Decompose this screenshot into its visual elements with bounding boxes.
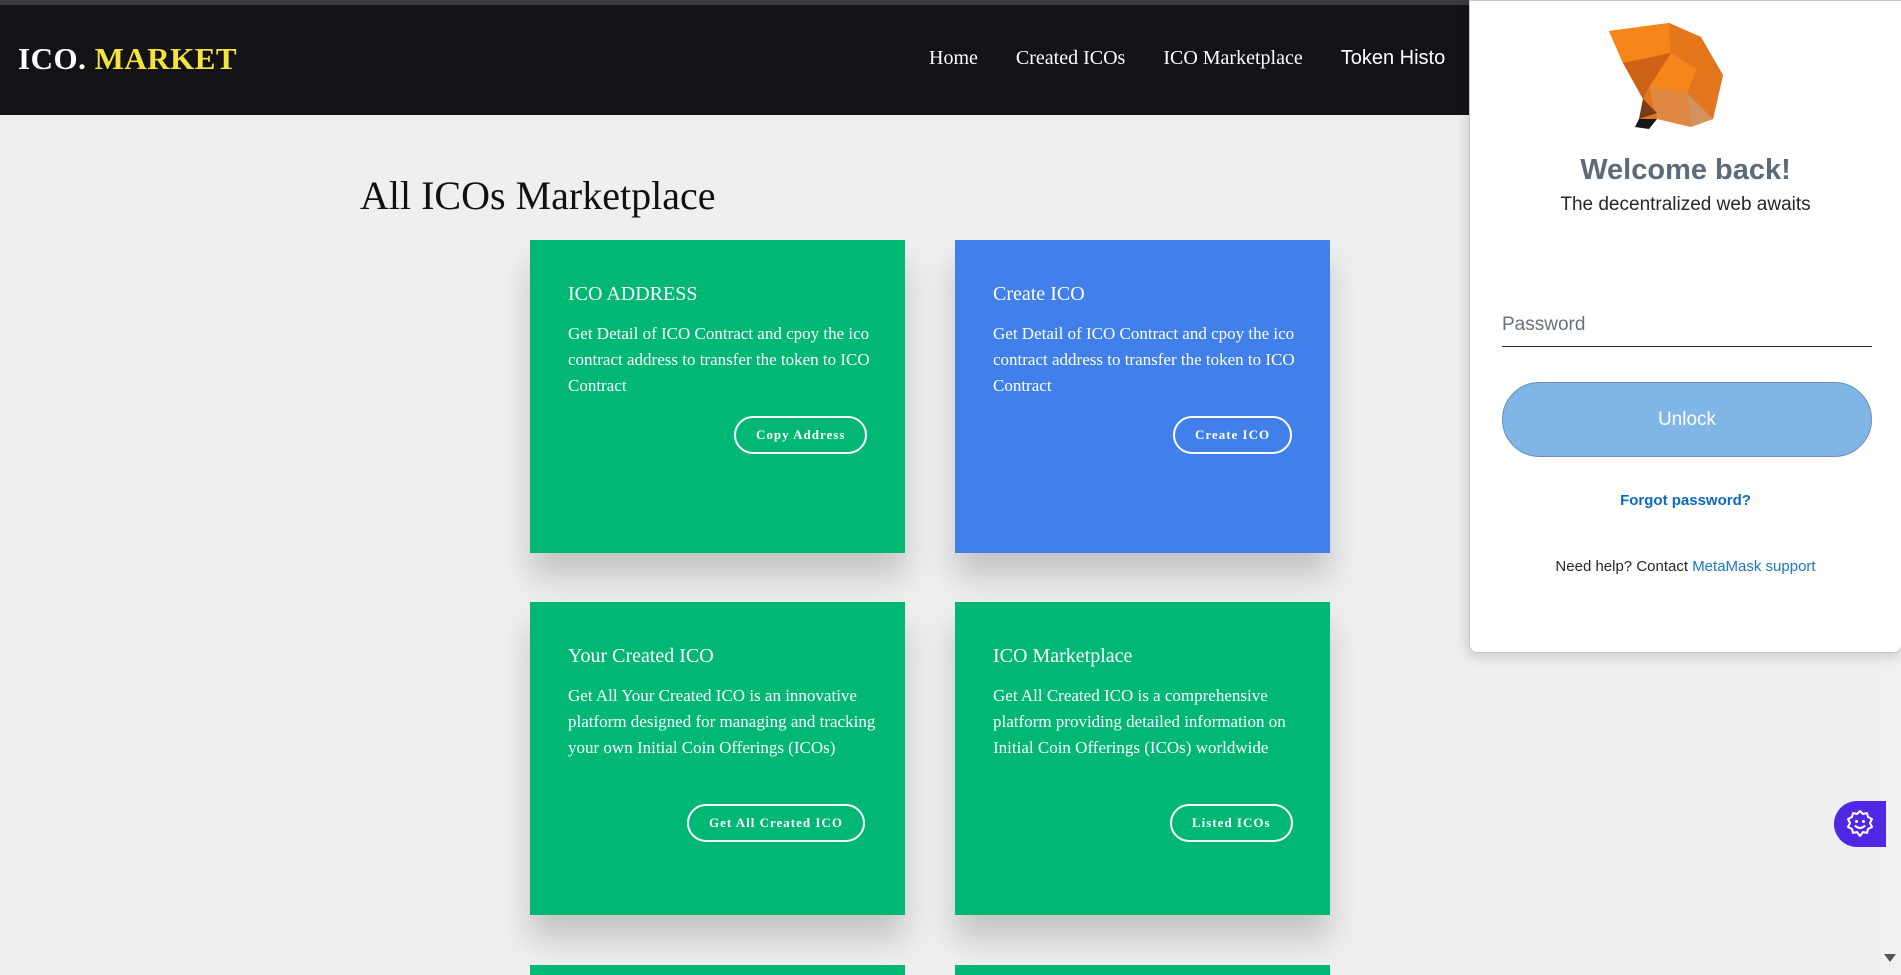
card-title: Your Created ICO [568,645,714,667]
card-ico-marketplace: ICO Marketplace Get All Created ICO is a… [955,602,1330,915]
card-partial [955,965,1330,975]
site-logo[interactable]: ICO. MARKET [18,41,237,77]
nav-link-created-icos[interactable]: Created ICOs [1016,47,1125,70]
listed-icos-button[interactable]: Listed ICOs [1170,804,1293,842]
nav-link-ico-marketplace[interactable]: ICO Marketplace [1163,47,1302,70]
card-create-ico: Create ICO Get Detail of ICO Contract an… [955,240,1330,553]
card-description: Get All Your Created ICO is an innovativ… [568,686,876,757]
get-all-created-ico-button[interactable]: Get All Created ICO [687,804,865,842]
welcome-subtitle: The decentralized web awaits [1560,194,1811,215]
password-input[interactable] [1502,306,1872,344]
card-title: Create ICO [993,283,1085,305]
create-ico-button[interactable]: Create ICO [1173,416,1293,454]
forgot-password-link[interactable]: Forgot password? [1470,492,1901,509]
nav-links: Home Created ICOs ICO Marketplace Token … [929,47,1483,70]
card-description: Get Detail of ICO Contract and cpoy the … [993,324,1295,395]
metamask-support-link[interactable]: MetaMask support [1692,558,1815,575]
card-ico-address: ICO ADDRESS Get Detail of ICO Contract a… [530,240,905,553]
help-text: Need help? Contact MetaMask support [1470,558,1901,575]
nav-link-token-history[interactable]: Token Histo [1341,47,1446,70]
card-partial [530,965,905,975]
unlock-button[interactable]: Unlock [1502,382,1872,457]
card-description: Get All Created ICO is a comprehensive p… [993,686,1286,757]
password-field-wrapper [1502,306,1872,347]
logo-prefix: ICO. [18,41,87,76]
metamask-popup: Welcome back! The decentralized web awai… [1469,0,1901,653]
page-title: All ICOs Marketplace [360,173,716,218]
logo-suffix: MARKET [94,41,238,76]
welcome-heading: Welcome back! [1580,154,1791,186]
floating-widget-button[interactable] [1834,801,1886,847]
card-title: ICO ADDRESS [568,283,698,305]
card-description: Get Detail of ICO Contract and cpoy the … [568,324,870,395]
nav-link-home[interactable]: Home [929,47,978,70]
gear-smile-icon [1847,810,1873,837]
copy-address-button[interactable]: Copy Address [734,416,868,454]
card-title: ICO Marketplace [993,645,1133,667]
scroll-down-arrow[interactable] [1884,954,1896,962]
card-your-created-ico: Your Created ICO Get All Your Created IC… [530,602,905,915]
help-label: Need help? Contact [1555,558,1689,575]
metamask-fox-icon [1609,23,1723,129]
